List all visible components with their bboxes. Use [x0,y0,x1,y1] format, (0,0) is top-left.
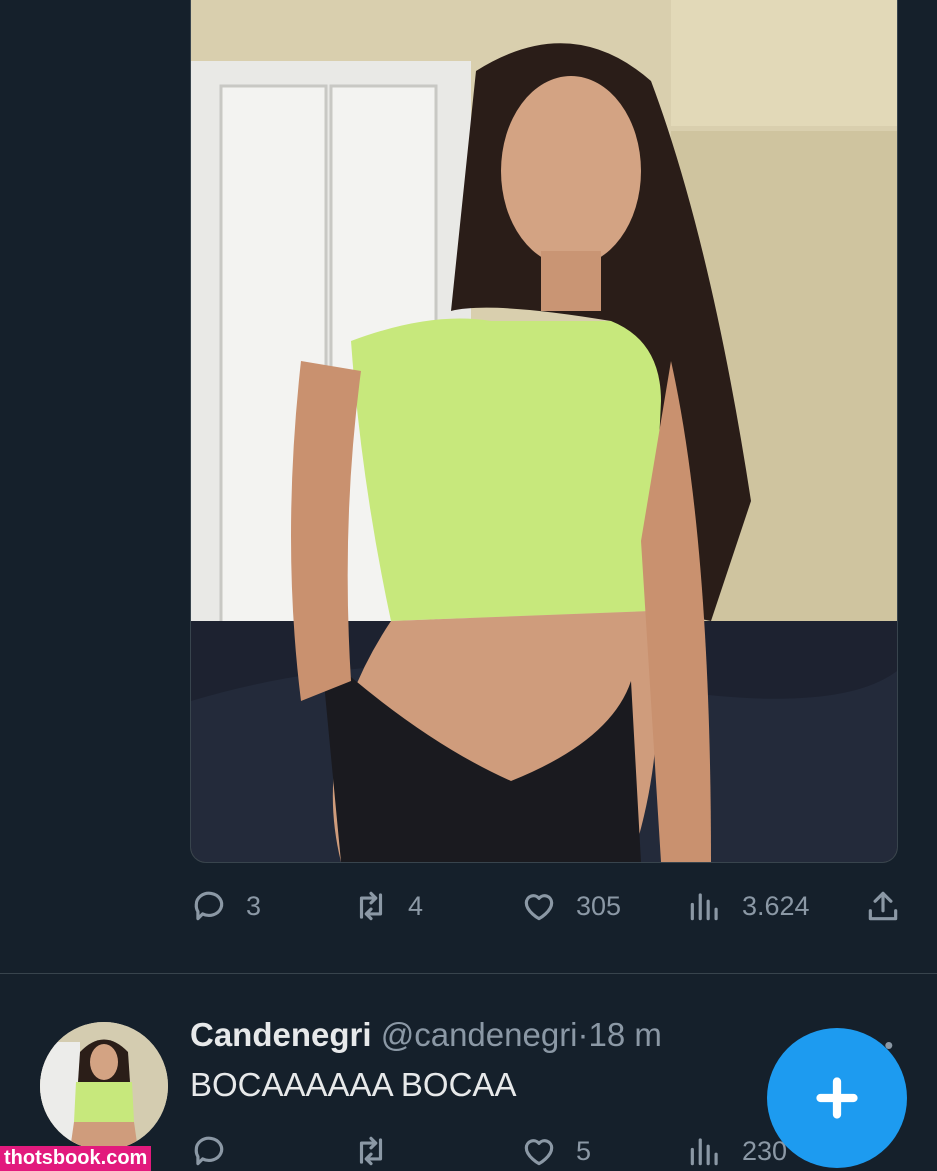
tweet-text: BOCAAAAAA BOCAA [190,1066,517,1103]
retweet-button[interactable] [352,1131,408,1171]
views-button[interactable]: 3.624 [686,886,810,926]
avatar[interactable] [40,1022,168,1150]
plus-icon [816,1077,858,1119]
like-button[interactable]: 5 [520,1131,591,1171]
views-chart-icon [690,893,718,921]
user-handle[interactable]: @candenegri [381,1016,578,1053]
like-button[interactable]: 305 [520,886,621,926]
views-chart-icon [690,1138,718,1166]
display-name[interactable]: Candenegri [190,1016,372,1053]
retweet-button[interactable]: 4 [352,886,423,926]
like-count: 305 [576,890,622,921]
tweet-divider [0,973,937,974]
heart-icon [524,894,554,921]
retweet-icon [359,891,383,921]
reply-icon [194,1136,224,1166]
watermark: thotsbook.com [0,1146,152,1171]
tweet-action-bar: 3 4 305 3.624 [190,886,910,926]
tweet-media-photo[interactable] [190,0,898,863]
compose-tweet-button[interactable] [767,1028,907,1168]
reply-icon [194,891,224,921]
avatar-illustration [40,1022,168,1150]
views-count: 3.624 [742,890,810,921]
retweet-icon [359,1136,383,1166]
like-count: 5 [576,1135,592,1166]
views-button[interactable]: 230 [686,1131,787,1171]
reply-button[interactable] [190,1131,246,1171]
retweet-count: 4 [408,890,424,921]
reply-button[interactable]: 3 [190,886,261,926]
tweet-timestamp[interactable]: 18 m [589,1016,662,1053]
heart-icon [524,1139,554,1166]
share-button[interactable] [864,886,902,926]
tweet-header: Candenegri @candenegri·18 m [190,1016,662,1054]
separator-dot: · [577,1016,589,1053]
photo-illustration [191,0,897,862]
share-icon [868,891,898,921]
reply-count: 3 [246,890,262,921]
